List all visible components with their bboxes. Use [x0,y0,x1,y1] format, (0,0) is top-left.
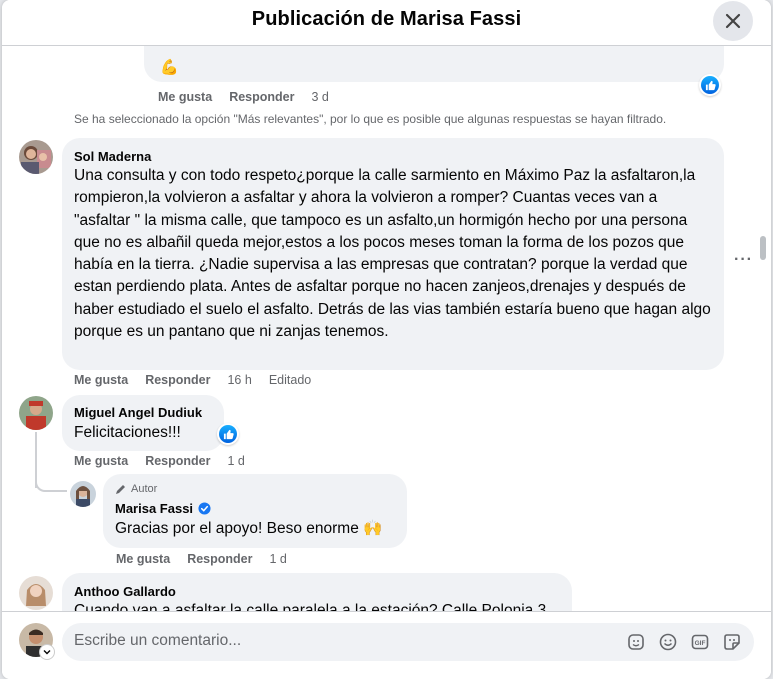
like-reaction-badge[interactable] [699,74,721,96]
reply-action[interactable]: Responder [187,552,252,566]
comment-time[interactable]: 1 d [227,454,244,468]
comment-bubble: Anthoo Gallardo Cuando van a asfaltar la… [62,573,572,611]
comment-actions: Me gusta Responder 1 d [74,454,262,468]
more-icon[interactable]: ··· [734,251,753,269]
comment-actions-top: Me gusta Responder 3 d [158,90,346,104]
avatar[interactable] [19,140,53,174]
comment-text: Una consulta y con todo respeto¿porque l… [74,167,711,341]
avatar[interactable] [19,576,53,610]
comment-time[interactable]: 1 d [269,552,286,566]
like-action[interactable]: Me gusta [74,373,128,387]
reply-bubble: Autor Marisa Fassi Gracias por el apoyo!… [103,474,407,548]
verified-icon [198,502,211,515]
reply-action[interactable]: Responder [145,373,210,387]
comment-actions: Me gusta Responder 16 h Editado [74,373,328,387]
avatar-sticker-icon[interactable] [626,632,646,652]
comment-composer: Escribe un comentario... GIF [2,611,771,679]
post-dialog: Publicación de Marisa Fassi 💪 Me gusta R… [2,0,771,679]
reply-actions: Me gusta Responder 1 d [116,552,304,566]
dialog-title: Publicación de Marisa Fassi [251,8,522,30]
comment-input-placeholder: Escribe un comentario... [74,632,242,649]
comment-author[interactable]: Sol Maderna [74,149,151,164]
comment-bubble: Sol Maderna Una consulta y con todo resp… [62,138,724,370]
scrollbar[interactable] [760,236,766,260]
reply-action[interactable]: Responder [145,454,210,468]
comment-time: 3 d [311,90,329,104]
svg-text:GIF: GIF [695,640,706,647]
flexed-biceps-emoji: 💪 [160,59,179,76]
comments-scroll-area[interactable]: 💪 Me gusta Responder 3 d Se ha seleccion… [2,46,771,611]
comment-author[interactable]: Miguel Angel Dudiuk [74,405,202,420]
reply-action[interactable]: Responder [229,90,294,104]
comment-time[interactable]: 16 h [227,373,251,387]
comment-author[interactable]: Anthoo Gallardo [74,584,176,599]
sticker-icon[interactable] [722,632,742,652]
chevron-down-icon [43,650,51,655]
edited-label: Editado [268,373,312,387]
avatar[interactable] [19,396,53,430]
comment-input[interactable]: Escribe un comentario... GIF [62,623,754,661]
comment-text: Felicitaciones!!! [74,424,181,441]
like-reaction-badge[interactable] [217,423,239,445]
like-icon [705,80,716,90]
author-badge-label: Autor [131,483,158,495]
composer-icons: GIF [626,632,742,652]
account-switch-chevron[interactable] [40,645,54,659]
avatar[interactable] [70,481,96,507]
relevance-filter-notice: Se ha seleccionado la opción "Más releva… [74,112,667,126]
author-badge: Autor [115,483,157,495]
reply-author[interactable]: Marisa Fassi [115,501,193,516]
close-button[interactable] [713,1,753,41]
like-action[interactable]: Me gusta [158,90,212,104]
like-icon [223,429,234,439]
comment-text: Cuando van a asfaltar la calle paralela … [74,602,547,611]
thread-connector [35,466,67,492]
close-icon [725,13,741,29]
edit-pencil-icon [116,485,125,494]
dialog-header: Publicación de Marisa Fassi [2,0,771,46]
gif-icon[interactable]: GIF [690,632,710,652]
emoji-icon[interactable] [658,632,678,652]
comment-bubble: Miguel Angel Dudiuk Felicitaciones!!! [62,395,224,451]
like-action[interactable]: Me gusta [116,552,170,566]
reply-text: Gracias por el apoyo! Beso enorme 🙌 [115,520,383,537]
like-action[interactable]: Me gusta [74,454,128,468]
comment-bubble-top: 💪 [144,46,724,82]
